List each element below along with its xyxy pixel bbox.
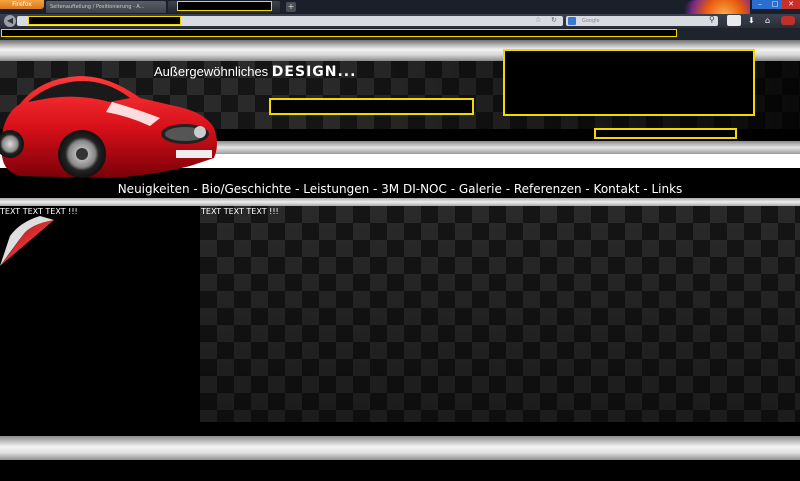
nav-separator: - bbox=[639, 182, 652, 196]
right-column-text: TEXT TEXT TEXT !!! bbox=[201, 207, 279, 216]
bookmarks-bar bbox=[0, 28, 800, 40]
nav-link-bio-geschichte[interactable]: Bio/Geschichte bbox=[202, 182, 292, 196]
redacted-url bbox=[28, 16, 181, 25]
footer-black-band bbox=[0, 460, 800, 481]
search-placeholder: Google bbox=[582, 18, 600, 24]
nav-separator: - bbox=[501, 182, 514, 196]
redacted-logo-block bbox=[503, 49, 755, 116]
nav-link-kontakt[interactable]: Kontakt bbox=[594, 182, 640, 196]
url-bar[interactable] bbox=[17, 16, 563, 26]
reload-icon[interactable]: ↻ bbox=[551, 16, 557, 24]
nav-separator: - bbox=[291, 182, 304, 196]
nav-link-neuigkeiten[interactable]: Neuigkeiten bbox=[118, 182, 190, 196]
back-icon[interactable]: ◀ bbox=[4, 15, 16, 27]
bookmarks-menu-icon[interactable] bbox=[727, 15, 741, 26]
nav-link-links[interactable]: Links bbox=[651, 182, 682, 196]
close-window-button[interactable]: ✕ bbox=[782, 0, 800, 9]
nav-link-galerie[interactable]: Galerie bbox=[459, 182, 502, 196]
nav-separator: - bbox=[189, 182, 202, 196]
tagline-design-word: DESIGN... bbox=[271, 64, 357, 80]
nav-separator: - bbox=[369, 182, 382, 196]
redacted-header-block bbox=[269, 98, 474, 115]
nav-link-leistungen[interactable]: Leistungen bbox=[303, 182, 369, 196]
firefox-menu-button[interactable]: Firefox bbox=[0, 0, 44, 9]
page-curl-icon bbox=[0, 216, 54, 266]
redacted-header-strip bbox=[594, 128, 737, 139]
redacted-tab-title bbox=[177, 1, 272, 11]
main-navigation: Neuigkeiten - Bio/Geschichte - Leistunge… bbox=[0, 181, 800, 198]
home-icon[interactable]: ⌂ bbox=[765, 16, 770, 25]
red-sports-car-image bbox=[0, 76, 217, 178]
star-icon[interactable]: ☆ bbox=[535, 16, 541, 24]
nav-separator: - bbox=[446, 182, 459, 196]
new-tab-button[interactable]: + bbox=[286, 2, 296, 12]
content-bottom-strip bbox=[0, 422, 800, 436]
minimize-button[interactable]: – bbox=[752, 0, 768, 9]
maximize-button[interactable]: □ bbox=[768, 0, 782, 9]
tab-seitenaufteilung[interactable]: Seitenaufteilung / Positionierung - A... bbox=[46, 1, 166, 13]
nav-link-3m-di-noc[interactable]: 3M DI-NOC bbox=[381, 182, 447, 196]
nav-separator: - bbox=[581, 182, 594, 196]
search-icon[interactable]: ⚲ bbox=[709, 15, 715, 24]
addon-icon[interactable] bbox=[781, 16, 795, 25]
download-icon[interactable]: ⬇ bbox=[748, 16, 755, 25]
nav-silver-bar bbox=[0, 198, 800, 206]
footer-silver-bar bbox=[0, 436, 800, 460]
right-column-shade bbox=[200, 206, 800, 422]
redacted-bookmarks bbox=[1, 29, 677, 37]
tab-active[interactable] bbox=[168, 1, 280, 13]
nav-link-referenzen[interactable]: Referenzen bbox=[514, 182, 582, 196]
search-engine-icon[interactable] bbox=[568, 17, 576, 25]
